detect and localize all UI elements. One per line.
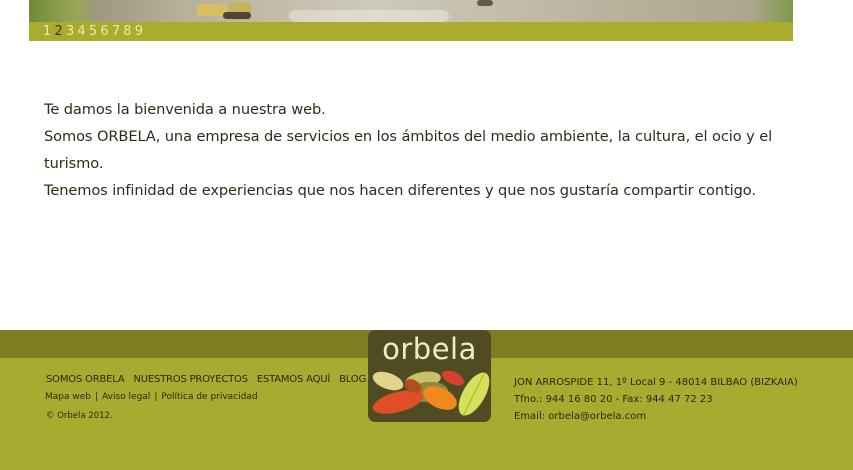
slide-page-6[interactable]: 6 bbox=[100, 22, 108, 41]
phone-fax: Tfno.: 944 16 80 20 - Fax: 944 47 72 23 bbox=[514, 394, 713, 405]
welcome-line-3: Tenemos infinidad de experiencias que no… bbox=[44, 182, 756, 199]
welcome-line-1: Te damos la bienvenida a nuestra web. bbox=[44, 101, 326, 118]
footer-nav-nuestros-proyectos[interactable]: NUESTROS PROYECTOS bbox=[133, 374, 248, 385]
link-separator: | bbox=[94, 392, 99, 402]
slide-page-2[interactable]: 2 bbox=[54, 22, 62, 41]
slide-page-9[interactable]: 9 bbox=[135, 22, 143, 41]
privacy-policy-link[interactable]: Política de privacidad bbox=[161, 392, 257, 402]
welcome-line-2: Somos ORBELA, una empresa de servicios e… bbox=[44, 128, 773, 172]
slide-pager: 1 2 3 4 5 6 7 8 9 bbox=[29, 22, 793, 41]
footer-nav: SOMOS ORBELA NUESTROS PROYECTOS ESTAMOS … bbox=[46, 374, 366, 385]
leaves-logo-icon bbox=[372, 370, 490, 417]
footer-links: Mapa web | Aviso legal | Política de privaci… bbox=[45, 392, 258, 402]
orbela-logo[interactable]: orbela bbox=[368, 330, 491, 422]
footer-nav-estamos-aqui[interactable]: ESTAMOS AQUÍ bbox=[257, 374, 330, 385]
slide-page-8[interactable]: 8 bbox=[123, 22, 131, 41]
email[interactable]: Email: orbela@orbela.com bbox=[514, 408, 798, 425]
copyright: © Orbela 2012. bbox=[46, 411, 113, 421]
link-separator: | bbox=[154, 392, 158, 402]
welcome-text: Te damos la bienvenida a nuestra web. So… bbox=[44, 96, 774, 204]
address: JON ARROSPIDE 11, 1º Local 9 - 48014 BIL… bbox=[514, 377, 798, 388]
slide-page-1[interactable]: 1 bbox=[43, 22, 51, 41]
slide-photo bbox=[29, 0, 793, 22]
slide-page-4[interactable]: 4 bbox=[77, 22, 85, 41]
slide-page-3[interactable]: 3 bbox=[66, 22, 74, 41]
logo-wordmark: orbela bbox=[382, 332, 477, 366]
mapa-web-link[interactable]: Mapa web bbox=[45, 392, 91, 402]
contact-info: JON ARROSPIDE 11, 1º Local 9 - 48014 BIL… bbox=[514, 374, 798, 425]
slide-page-7[interactable]: 7 bbox=[112, 22, 120, 41]
slide-page-5[interactable]: 5 bbox=[89, 22, 97, 41]
footer-nav-blog[interactable]: BLOG bbox=[339, 374, 366, 385]
image-slider: 1 2 3 4 5 6 7 8 9 bbox=[29, 0, 793, 41]
footer-nav-somos-orbela[interactable]: SOMOS ORBELA bbox=[46, 374, 125, 385]
aviso-legal-link[interactable]: Aviso legal bbox=[102, 392, 150, 402]
